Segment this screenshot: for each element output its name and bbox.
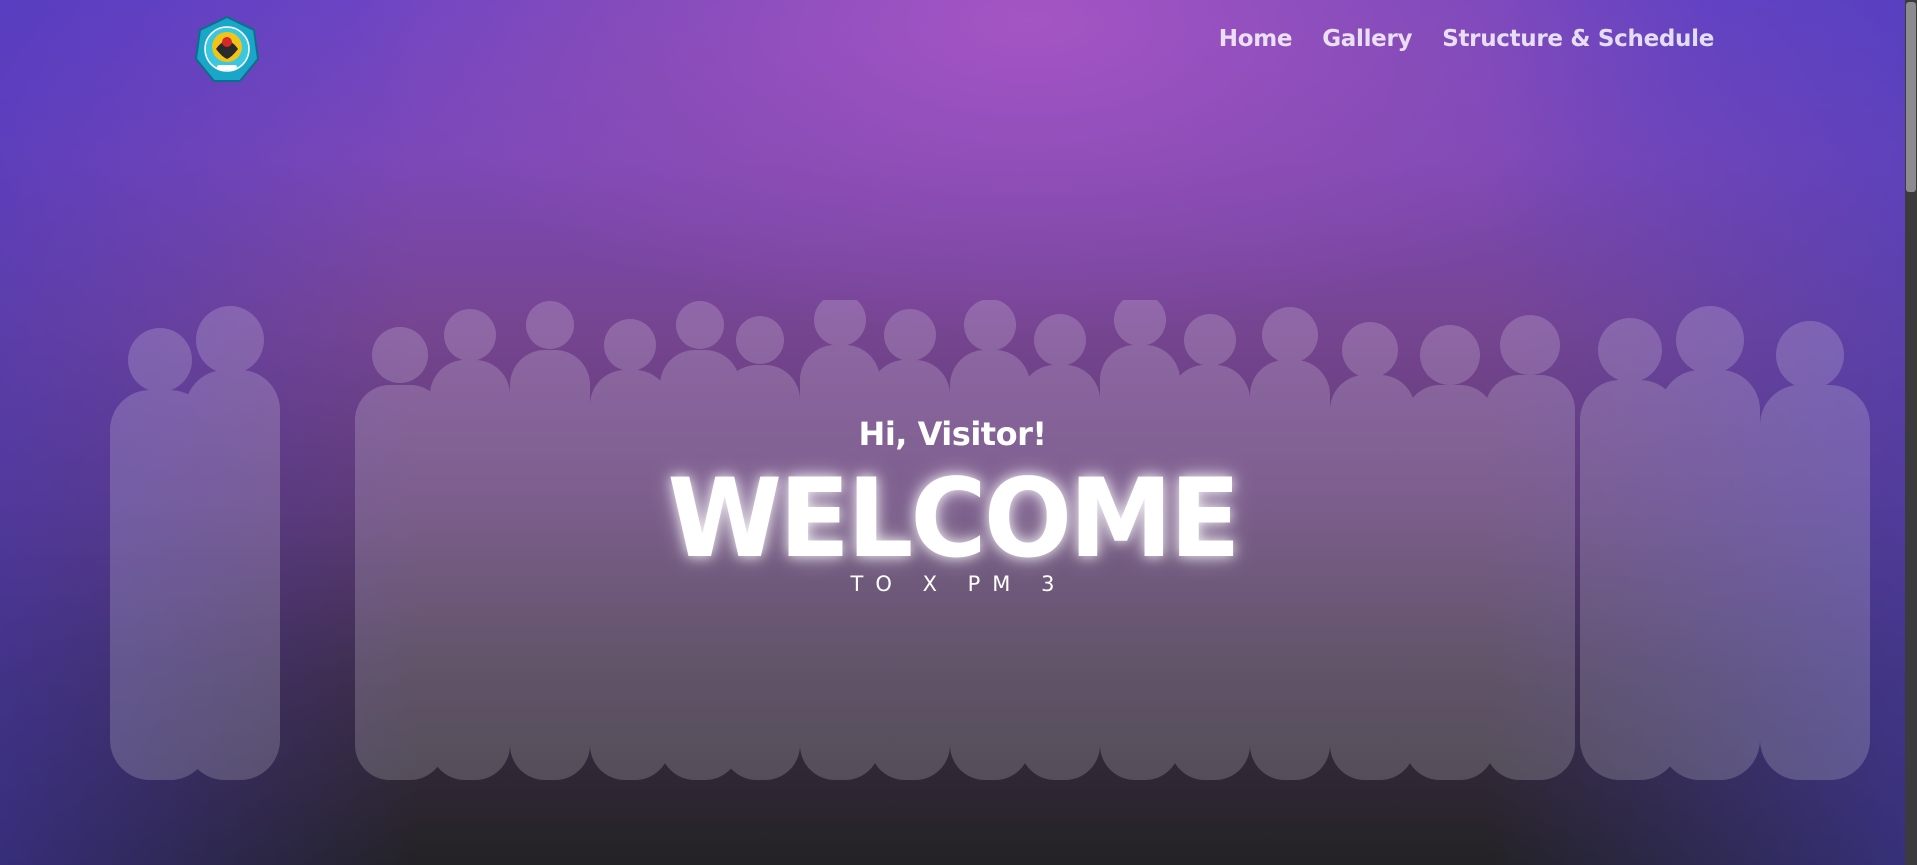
hero-greeting: Hi, Visitor! xyxy=(858,415,1047,453)
school-emblem-icon[interactable] xyxy=(192,15,262,85)
scrollbar-thumb[interactable] xyxy=(1906,2,1916,192)
main-navigation: Home Gallery Structure & Schedule xyxy=(1219,26,1715,52)
nav-home-link[interactable]: Home xyxy=(1219,26,1293,52)
page: Home Gallery Structure & Schedule Hi, Vi… xyxy=(0,0,1917,865)
nav-gallery-link[interactable]: Gallery xyxy=(1322,26,1412,52)
page-scrollbar[interactable] xyxy=(1905,0,1917,865)
hero-subtitle: TO X PM 3 xyxy=(850,572,1067,596)
nav-structure-schedule-link[interactable]: Structure & Schedule xyxy=(1442,26,1714,52)
hero-title: WELCOME xyxy=(667,453,1240,583)
